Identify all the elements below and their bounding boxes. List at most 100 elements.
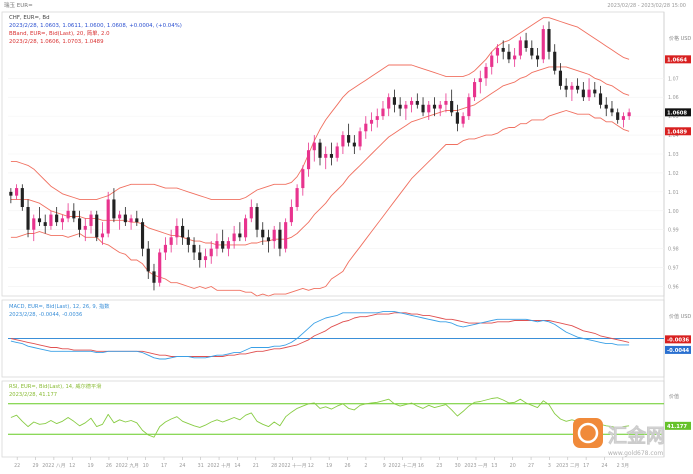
candle-body	[581, 89, 585, 98]
price-axis-unit: 价格 USD	[669, 35, 691, 42]
macd-axis-unit: 价值 USD	[669, 313, 691, 320]
candle-body	[369, 119, 374, 124]
candle-body	[513, 55, 517, 60]
candle-body	[530, 47, 534, 56]
badge-upper-band-text: 1.0664	[667, 58, 687, 64]
candle-body	[495, 47, 500, 56]
candle-body	[135, 218, 139, 223]
candle-body	[398, 104, 402, 109]
candle-body	[558, 70, 563, 86]
candle-body	[432, 104, 437, 109]
candle-body	[32, 218, 36, 230]
chart-canvas: 瑞玉 EUR= 2023/02/28 - 2023/02/28 15:00 CH…	[0, 0, 693, 474]
header-right: 2023/02/28 - 2023/02/28 15:00	[607, 3, 686, 9]
x-tick-label: 22	[14, 463, 20, 469]
candle-body	[55, 214, 59, 223]
badge-upper-band: 1.0664	[665, 55, 691, 64]
candle-body	[472, 82, 477, 98]
x-tick-label: 31	[198, 463, 204, 469]
watermark-url: www.gold678.com	[608, 450, 663, 457]
x-tick-label: 24	[179, 463, 185, 469]
x-tick-label: 2 3月	[617, 463, 629, 469]
candle-body	[507, 51, 511, 60]
candle-body	[438, 104, 442, 109]
candle-body	[152, 271, 156, 283]
candle-body	[541, 29, 545, 60]
candle-body	[49, 214, 53, 226]
candle-body	[444, 100, 448, 105]
badge-macd-signal-text: -0.0036	[667, 338, 690, 344]
x-tick-label: 2023 一月	[464, 463, 487, 469]
candle-body	[347, 135, 351, 143]
candle-body	[77, 218, 82, 230]
x-tick-label: 12	[308, 463, 314, 469]
candle-body	[100, 233, 105, 238]
x-tick-label: 30	[455, 463, 461, 469]
x-tick-label: 9	[383, 463, 386, 469]
x-tick-label: 20	[510, 463, 516, 469]
macd-title: MACD, EUR=, Bid(Last), 12, 26, 9, 指数	[9, 302, 110, 310]
x-tick-label: 26	[344, 463, 350, 469]
legend-line-3: BBand, EUR=, Bid(Last), 20, 简单, 2.0	[9, 29, 110, 37]
candle-body	[203, 256, 208, 261]
candle-body	[518, 40, 522, 56]
candle-body	[20, 188, 24, 208]
x-tick-label: 2022 九月	[116, 462, 139, 469]
x-tick-label: 2	[364, 463, 367, 469]
price-tick-label: 0.99	[668, 228, 679, 234]
candle-body	[547, 29, 551, 52]
candle-body	[37, 218, 42, 223]
candle-body	[610, 108, 614, 113]
candle-body	[26, 207, 30, 230]
x-tick-label: 13	[491, 463, 497, 469]
price-tick-label: 1.02	[668, 171, 679, 177]
x-tick-label: 21	[253, 463, 259, 469]
candle-body	[364, 123, 368, 132]
x-tick-label: 2022 十一月	[278, 462, 306, 469]
candle-body	[461, 116, 465, 124]
candle-body	[312, 142, 316, 151]
candle-body	[261, 229, 265, 238]
candle-body	[66, 210, 70, 219]
price-tick-label: 1.07	[668, 76, 679, 82]
candle-body	[43, 222, 47, 226]
candle-body	[352, 142, 356, 147]
price-tick-label: 1.03	[668, 152, 679, 158]
candle-body	[163, 244, 168, 253]
candle-body	[604, 104, 608, 109]
candle-body	[255, 207, 259, 230]
x-tick-label: 24	[601, 463, 607, 469]
candle-body	[490, 55, 494, 67]
candle-body	[593, 89, 597, 94]
candle-body	[95, 214, 99, 238]
candle-body	[587, 89, 591, 98]
candle-body	[284, 222, 288, 249]
candle-body	[576, 85, 580, 90]
x-tick-label: 2022 十月	[207, 462, 230, 469]
badge-lower-band-text: 1.0489	[667, 129, 687, 135]
price-tick-label: 1.00	[668, 209, 679, 215]
candle-body	[266, 237, 271, 242]
candle-body	[186, 237, 190, 245]
x-tick-label: 2022 十二月	[389, 462, 417, 469]
candle-body	[467, 97, 471, 117]
candle-body	[535, 55, 540, 60]
candle-body	[570, 85, 574, 90]
candle-body	[324, 154, 328, 158]
candle-body	[175, 225, 179, 238]
badge-last-price-text: 1.0608	[667, 111, 687, 117]
candle-body	[598, 93, 603, 105]
candle-body	[358, 131, 362, 147]
candle-body	[272, 229, 276, 242]
candle-body	[335, 146, 339, 158]
candle-body	[501, 47, 505, 52]
candle-body	[404, 104, 408, 109]
rsi-axis-unit: 价值	[669, 393, 679, 400]
price-tick-label: 0.96	[668, 285, 679, 291]
candle-body	[278, 229, 282, 249]
badge-macd: -0.0044	[665, 345, 691, 354]
x-tick-label: 2022 八月	[42, 463, 65, 469]
rsi-title: RSI, EUR=, Bid(Last), 14, 威尔德平滑	[9, 382, 101, 390]
candle-body	[616, 112, 620, 120]
badge-macd-signal: -0.0036	[665, 335, 691, 344]
